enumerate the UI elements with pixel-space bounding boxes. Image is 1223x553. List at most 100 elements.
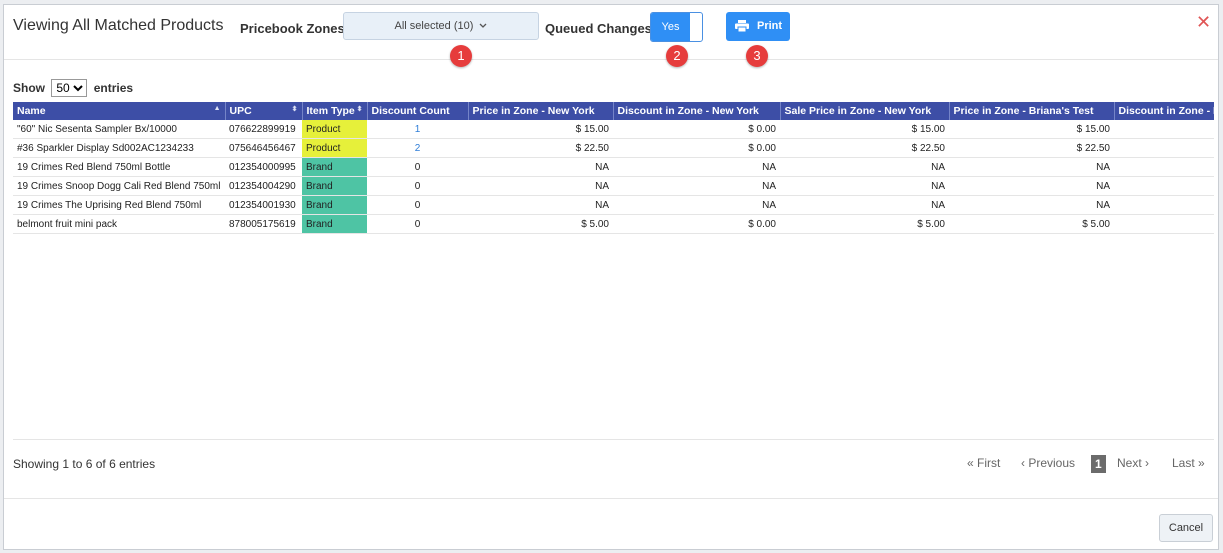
cell-price-brianas-test: NA [949, 195, 1114, 215]
cell-upc: 878005175619 [225, 214, 302, 234]
cell-item-type: Brand [302, 176, 367, 196]
queued-changes-label: Queued Changes: [545, 21, 657, 36]
cell-item-type: Brand [302, 195, 367, 215]
column-header-discount-brianas-test[interactable]: Discount in Zone - Briana's Test [1114, 102, 1214, 120]
annotation-badge-1: 1 [450, 45, 472, 67]
cell-upc: 012354004290 [225, 176, 302, 196]
cell-item-type: Product [302, 120, 367, 139]
pagination-previous[interactable]: ‹ Previous [1021, 456, 1075, 470]
cell-sale-price-new-york: NA [780, 176, 949, 196]
cell-sale-price-new-york: $ 5.00 [780, 214, 949, 234]
modal-title: Viewing All Matched Products [13, 17, 224, 34]
table-row[interactable]: belmont fruit mini pack 878005175619 Bra… [13, 214, 1214, 234]
cell-discount-new-york: $ 0.00 [613, 214, 780, 234]
pricebook-zones-select[interactable]: All selected (10) [343, 12, 539, 40]
entries-length-control: Show 50 entries [13, 79, 133, 97]
cell-item-type: Brand [302, 214, 367, 234]
cell-name: 19 Crimes Snoop Dogg Cali Red Blend 750m… [13, 176, 225, 196]
column-header-discount-count[interactable]: Discount Count [367, 102, 469, 120]
table-row[interactable]: #36 Sparkler Display Sd002AC1234233 0756… [13, 138, 1214, 158]
column-header-sale-price-new-york[interactable]: Sale Price in Zone - New York [780, 102, 950, 120]
cell-discount-brianas-test [1114, 214, 1214, 234]
cancel-button[interactable]: Cancel [1159, 514, 1213, 542]
queued-changes-toggle[interactable]: Yes [650, 12, 703, 42]
cell-price-new-york: NA [468, 176, 613, 196]
cell-sale-price-new-york: NA [780, 195, 949, 215]
toggle-yes-label: Yes [651, 13, 690, 41]
print-label: Print [757, 20, 783, 32]
column-header-price-brianas-test[interactable]: Price in Zone - Briana's Test [949, 102, 1115, 120]
printer-icon [735, 20, 749, 32]
cell-discount-count: 0 [367, 214, 468, 234]
cell-item-type: Brand [302, 157, 367, 177]
cell-discount-new-york: $ 0.00 [613, 138, 780, 158]
table-header-row: Name ▲ UPC ⬍ Item Type ⬍ Discount Count Pri… [13, 102, 1214, 120]
cell-price-new-york: $ 22.50 [468, 138, 613, 158]
cell-name: "60" Nic Sesenta Sampler Bx/10000 [13, 120, 225, 139]
cell-discount-brianas-test [1114, 138, 1214, 158]
pricebook-zones-value: All selected (10) [394, 20, 474, 32]
column-header-price-new-york[interactable]: Price in Zone - New York [468, 102, 614, 120]
pagination-first[interactable]: « First [967, 456, 1000, 470]
column-header-name[interactable]: Name ▲ [13, 102, 226, 120]
annotation-badge-3: 3 [746, 45, 768, 67]
pagination-page-1[interactable]: 1 [1091, 455, 1106, 473]
print-button[interactable]: Print [726, 12, 790, 41]
chevron-down-icon [480, 23, 487, 28]
column-header-item-type[interactable]: Item Type ⬍ [302, 102, 368, 120]
modal-footer-divider [4, 498, 1218, 499]
table-row[interactable]: "60" Nic Sesenta Sampler Bx/10000 076622… [13, 120, 1214, 139]
cell-item-type: Product [302, 138, 367, 158]
cell-price-brianas-test: $ 22.50 [949, 138, 1114, 158]
cell-discount-brianas-test [1114, 157, 1214, 177]
cell-price-brianas-test: $ 5.00 [949, 214, 1114, 234]
column-header-upc[interactable]: UPC ⬍ [225, 102, 303, 120]
cell-name: 19 Crimes Red Blend 750ml Bottle [13, 157, 225, 177]
cell-price-new-york: NA [468, 195, 613, 215]
cell-discount-brianas-test [1114, 176, 1214, 196]
cell-name: belmont fruit mini pack [13, 214, 225, 234]
cell-name: 19 Crimes The Uprising Red Blend 750ml [13, 195, 225, 215]
sort-icon: ⬍ [291, 106, 298, 113]
sort-asc-icon: ▲ [213, 105, 221, 112]
cell-upc: 012354001930 [225, 195, 302, 215]
cell-upc: 075646456467 [225, 138, 302, 158]
cell-name: #36 Sparkler Display Sd002AC1234233 [13, 138, 225, 158]
cell-discount-new-york: $ 0.00 [613, 120, 780, 139]
annotation-badge-2: 2 [666, 45, 688, 67]
cell-discount-brianas-test [1114, 120, 1214, 139]
cell-discount-count: 0 [367, 195, 468, 215]
products-table-wrapper: Name ▲ UPC ⬍ Item Type ⬍ Discount Count Pri… [13, 102, 1214, 234]
cell-price-brianas-test: NA [949, 176, 1114, 196]
pagination-last[interactable]: Last » [1172, 456, 1205, 470]
cell-discount-new-york: NA [613, 195, 780, 215]
table-row[interactable]: 19 Crimes The Uprising Red Blend 750ml 0… [13, 195, 1214, 215]
cell-sale-price-new-york: $ 15.00 [780, 120, 949, 139]
cell-sale-price-new-york: $ 22.50 [780, 138, 949, 158]
cell-discount-new-york: NA [613, 157, 780, 177]
entries-length-select[interactable]: 50 [51, 79, 88, 97]
table-row[interactable]: 19 Crimes Snoop Dogg Cali Red Blend 750m… [13, 176, 1214, 196]
table-row[interactable]: 19 Crimes Red Blend 750ml Bottle 0123540… [13, 157, 1214, 177]
pagination-next[interactable]: Next › [1117, 456, 1149, 470]
cell-discount-count-link[interactable]: 1 [367, 120, 468, 139]
matched-products-modal: Viewing All Matched Products Pricebook Z… [3, 4, 1219, 550]
modal-header: Viewing All Matched Products Pricebook Z… [4, 5, 1218, 60]
table-footer-divider [13, 439, 1214, 440]
show-label: Show [13, 81, 45, 95]
cell-price-new-york: $ 15.00 [468, 120, 613, 139]
cell-discount-count-link[interactable]: 2 [367, 138, 468, 158]
table-info: Showing 1 to 6 of 6 entries [13, 457, 156, 471]
cell-discount-count: 0 [367, 157, 468, 177]
cell-sale-price-new-york: NA [780, 157, 949, 177]
sort-icon: ⬍ [356, 106, 363, 113]
pricebook-zones-label: Pricebook Zones: [240, 21, 350, 36]
entries-label: entries [93, 81, 134, 95]
cell-price-brianas-test: $ 15.00 [949, 120, 1114, 139]
cell-upc: 012354000995 [225, 157, 302, 177]
cell-discount-brianas-test [1114, 195, 1214, 215]
column-header-discount-new-york[interactable]: Discount in Zone - New York [613, 102, 781, 120]
close-icon[interactable]: ✕ [1196, 13, 1211, 31]
cell-price-new-york: $ 5.00 [468, 214, 613, 234]
cell-price-brianas-test: NA [949, 157, 1114, 177]
